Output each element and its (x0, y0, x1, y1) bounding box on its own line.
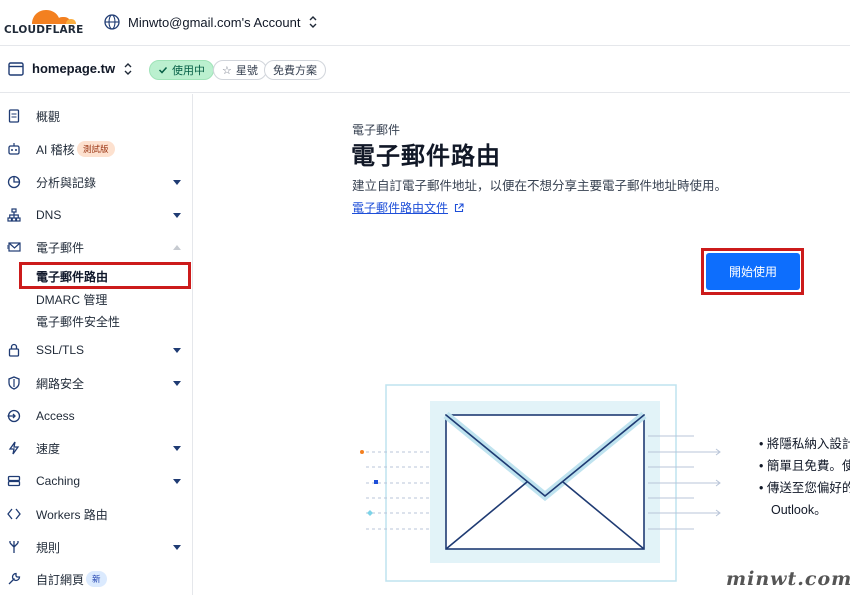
cloud-icon (32, 10, 76, 24)
wrench-icon (8, 572, 21, 585)
email-illustration (360, 384, 721, 582)
watermark: minwt.com (726, 568, 850, 590)
sidebar-item-rules[interactable]: 規則 (0, 534, 192, 560)
access-icon (7, 409, 21, 423)
plan-badge[interactable]: 免費方案 (264, 60, 326, 80)
start-button[interactable]: 開始使用 (706, 253, 800, 290)
list-item: • 簡單且免費。使 (759, 459, 850, 473)
check-icon (158, 66, 168, 74)
chevron-down-icon (173, 445, 181, 451)
highlight-box (19, 262, 191, 289)
sidebar-item-label: Caching (36, 474, 81, 488)
list-item: • 傳送至您偏好的 (759, 481, 850, 495)
network-icon (7, 208, 21, 222)
sidebar-item-ssl-tls[interactable]: SSL/TLS (0, 337, 192, 363)
chevron-down-icon (173, 179, 181, 185)
lock-icon (8, 343, 20, 357)
account-name: Minwto@gmail.com's Account (128, 14, 301, 30)
sidebar-item-label: 電子郵件 (36, 240, 85, 255)
page-description: 建立自訂電子郵件地址，以便在不想分享主要電子郵件地址時使用。 (352, 179, 728, 193)
chevron-up-down-icon (124, 62, 132, 75)
top-bar: CLOUDFLARE Minwto@gmail.com's Account (0, 0, 850, 46)
robot-icon (8, 143, 20, 155)
plan-label: 免費方案 (273, 65, 317, 77)
document-icon (8, 109, 20, 123)
status-label: 使用中 (172, 65, 205, 77)
sidebar-item-workers-routes[interactable]: Workers 路由 (0, 501, 192, 527)
sidebar-item-label: 規則 (36, 540, 61, 555)
external-link-icon (454, 202, 464, 212)
chevron-down-icon (173, 478, 181, 484)
docs-link[interactable]: 電子郵件路由文件 (352, 199, 464, 216)
beta-badge: 測試版 (77, 141, 115, 157)
sidebar-item-label: AI 稽核 (36, 142, 75, 157)
list-item: • 將隱私納入設計 (759, 437, 850, 451)
status-badge: 使用中 (149, 60, 214, 80)
chevron-down-icon (173, 380, 181, 386)
sidebar-item-label: Workers 路由 (36, 507, 108, 522)
zone-domain: homepage.tw (32, 61, 116, 76)
sidebar-item-label: SSL/TLS (36, 343, 85, 357)
chevron-up-down-icon (309, 16, 317, 28)
page-title: 電子郵件路由 (351, 143, 501, 170)
zone-switcher[interactable]: homepage.tw (8, 61, 133, 76)
chevron-down-icon (173, 347, 181, 353)
sidebar-item-label: 速度 (36, 441, 61, 456)
feature-list: • 將隱私納入設計 • 簡單且免費。使 • 傳送至您偏好的 Outlook。 (759, 433, 850, 521)
sidebar-item-overview[interactable]: 概觀 (0, 103, 192, 129)
sidebar-item-label: 自訂網頁 (36, 572, 85, 587)
cloudflare-logo[interactable]: CLOUDFLARE (4, 4, 88, 40)
envelope-icon (7, 242, 21, 252)
sidebar-item-label: 網路安全 (36, 376, 85, 391)
sidebar-item-speed[interactable]: 速度 (0, 435, 192, 461)
chevron-up-icon (173, 244, 181, 250)
fork-icon (9, 541, 19, 553)
zone-bar: homepage.tw 使用中 ☆ 星號 免費方案 (0, 47, 850, 93)
star-icon: ☆ (222, 64, 232, 77)
shield-icon (8, 376, 20, 390)
brand-name: CLOUDFLARE (4, 24, 84, 36)
sidebar-item-email[interactable]: 電子郵件 (0, 234, 192, 260)
sidebar-item-dns[interactable]: DNS (0, 202, 192, 228)
chevron-down-icon (173, 212, 181, 218)
docs-link-label: 電子郵件路由文件 (352, 201, 449, 215)
star-label: 星號 (235, 65, 258, 77)
pie-chart-icon (7, 175, 21, 189)
sidebar: 概觀 AI 稽核 測試版 分析與記錄 DNS 電子郵件 電子郵件路由 DMARC… (0, 94, 193, 595)
sidebar-item-analytics[interactable]: 分析與記錄 (0, 169, 192, 195)
list-item: Outlook。 (771, 503, 827, 517)
sidebar-subitem-email-security[interactable]: 電子郵件安全性 (36, 313, 120, 330)
sidebar-item-ai-audit[interactable]: AI 稽核 測試版 (0, 136, 192, 162)
bolt-icon (8, 441, 20, 455)
sidebar-item-label: 概觀 (36, 109, 61, 124)
globe-icon (104, 14, 120, 30)
new-badge: 新 (86, 571, 107, 587)
sidebar-item-label: Access (36, 409, 75, 423)
storage-icon (7, 475, 21, 487)
account-switcher[interactable]: Minwto@gmail.com's Account (104, 11, 318, 33)
sidebar-item-label: DNS (36, 208, 62, 222)
sidebar-item-caching[interactable]: Caching (0, 468, 192, 494)
sidebar-item-access[interactable]: Access (0, 403, 192, 429)
chevron-down-icon (173, 544, 181, 550)
code-icon (7, 508, 21, 520)
sidebar-subitem-dmarc[interactable]: DMARC 管理 (36, 291, 107, 308)
sidebar-item-security[interactable]: 網路安全 (0, 370, 192, 396)
browser-window-icon (8, 61, 24, 76)
star-button[interactable]: ☆ 星號 (213, 60, 267, 80)
sidebar-item-custom-pages[interactable]: 自訂網頁 新 (0, 566, 192, 592)
sidebar-item-label: 分析與記錄 (36, 175, 97, 190)
